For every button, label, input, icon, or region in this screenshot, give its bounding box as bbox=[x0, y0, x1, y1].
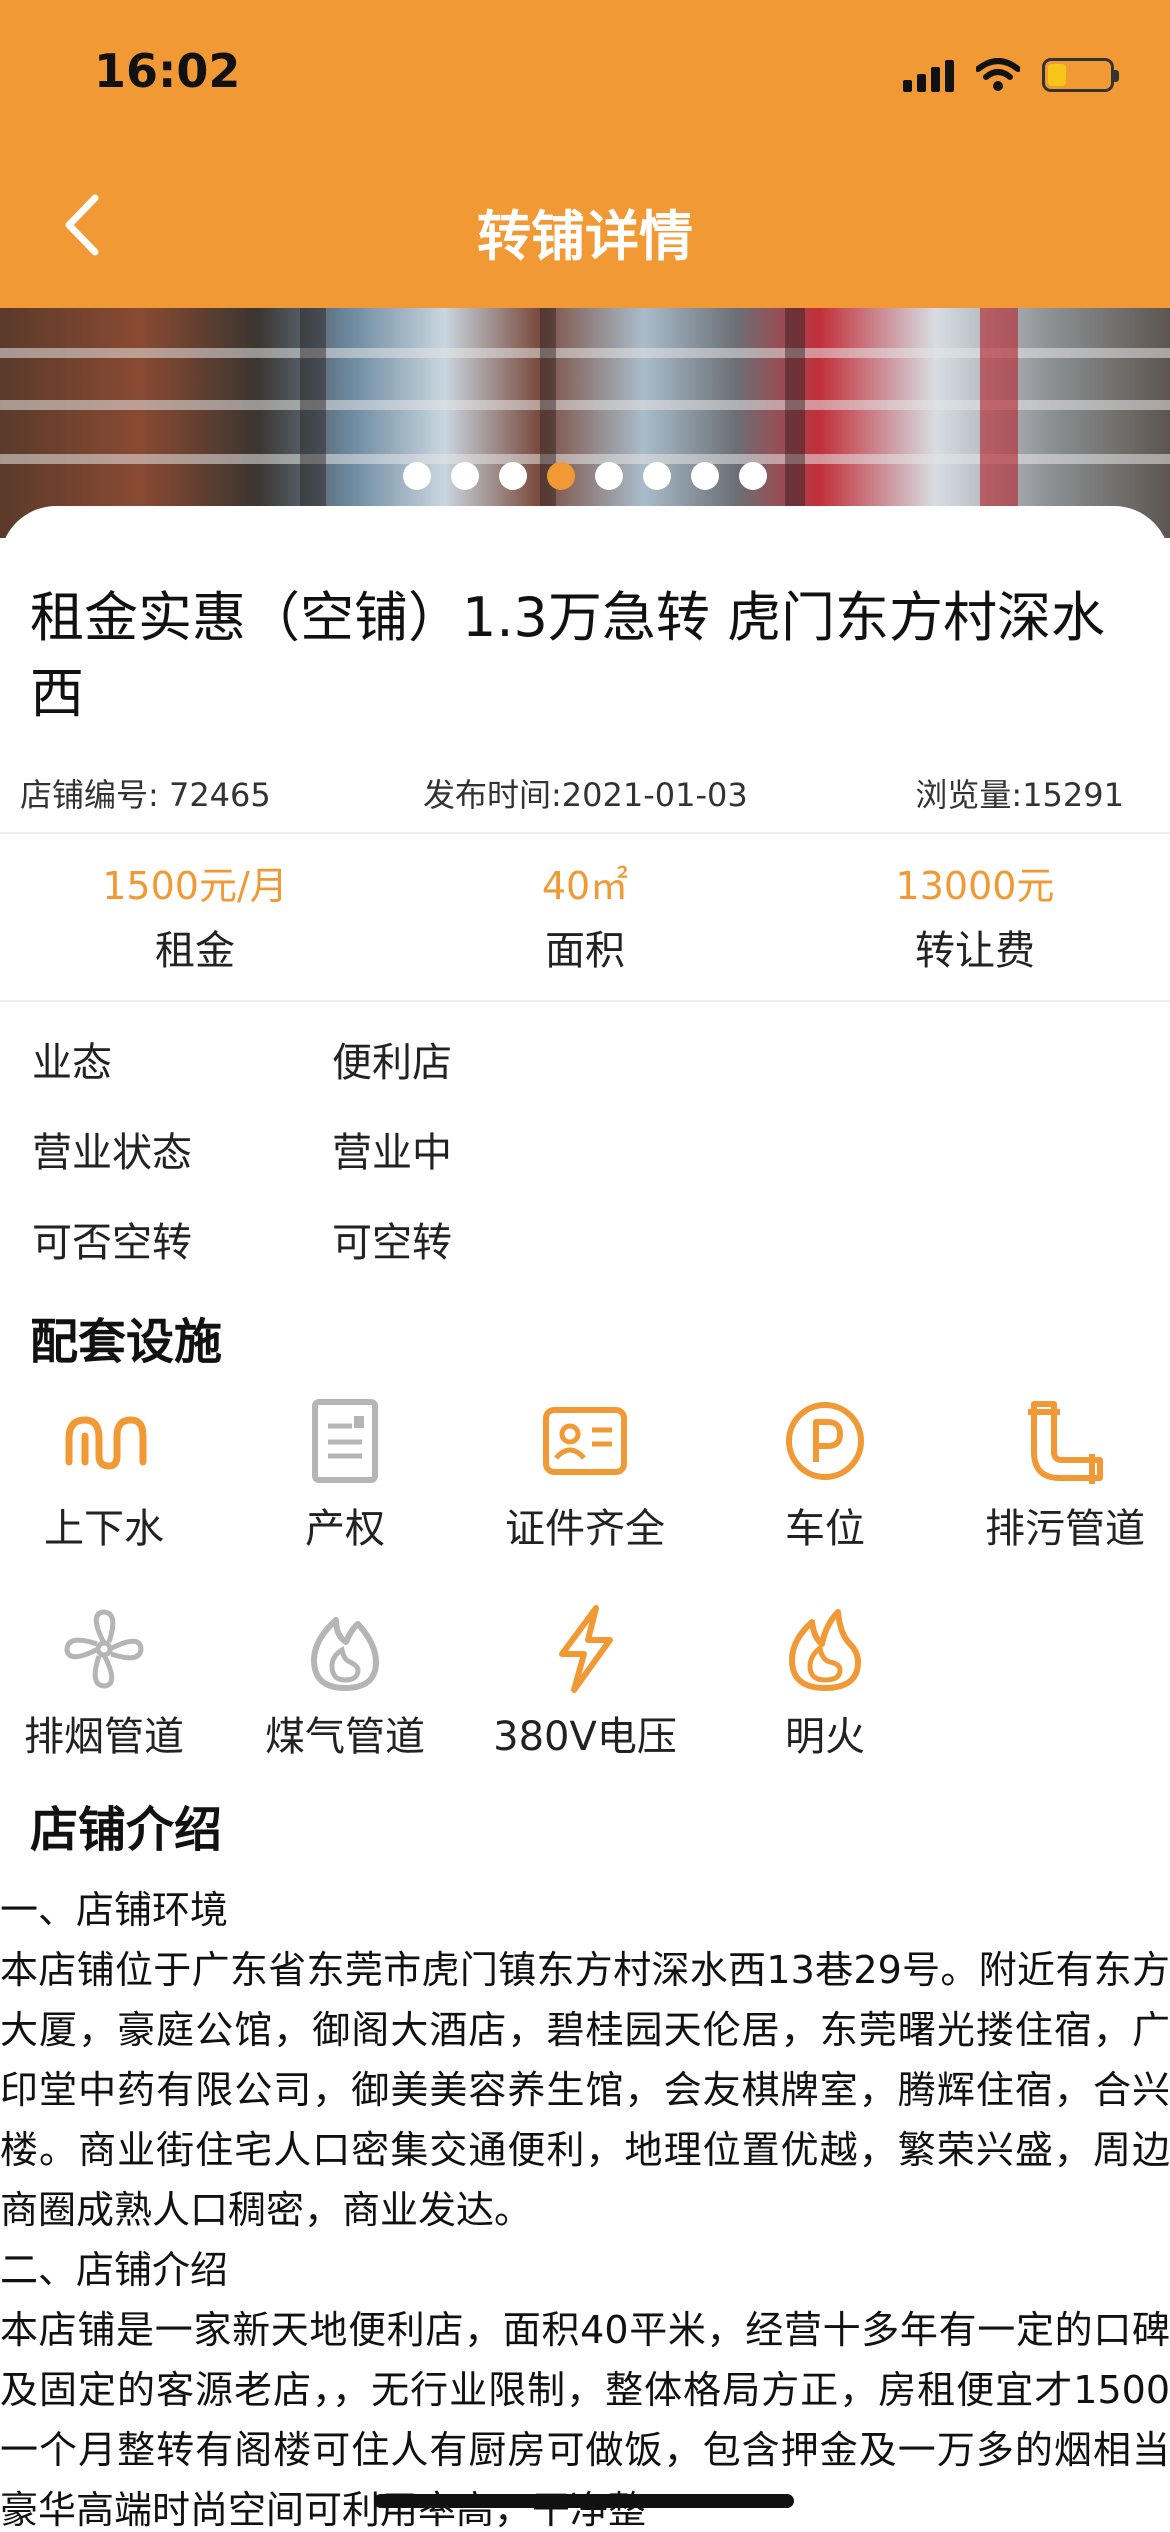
facility-380v: 380V电压 bbox=[465, 1604, 705, 1762]
facility-water: 上下水 bbox=[0, 1396, 224, 1554]
shop-photo-carousel[interactable] bbox=[0, 308, 1170, 538]
parking-icon bbox=[786, 1402, 864, 1480]
intro-heading: 一、店铺环境 bbox=[0, 1888, 229, 1932]
intro-title: 店铺介绍 bbox=[30, 1802, 223, 1858]
facility-label: 排污管道 bbox=[985, 1506, 1145, 1552]
page-title: 转铺详情 bbox=[477, 205, 693, 268]
divider bbox=[0, 1000, 1170, 1002]
nav-bar: 转铺详情 bbox=[0, 140, 1170, 308]
water-pipe-icon bbox=[65, 1416, 147, 1470]
carousel-dot[interactable] bbox=[403, 462, 431, 490]
stat-area: 40㎡ 面积 bbox=[390, 858, 780, 976]
facility-parking: 车位 bbox=[705, 1396, 945, 1554]
attribute-key: 营业状态 bbox=[32, 1130, 192, 1176]
carousel-dot[interactable] bbox=[691, 462, 719, 490]
status-bar: 16:02 bbox=[0, 0, 1170, 140]
carousel-dot[interactable] bbox=[451, 462, 479, 490]
stat-label: 转让费 bbox=[915, 928, 1035, 974]
facility-label: 煤气管道 bbox=[265, 1714, 425, 1760]
shop-id: 店铺编号: 72465 bbox=[20, 776, 271, 814]
stat-value: 1500元/月 bbox=[102, 864, 288, 908]
status-time: 16:02 bbox=[94, 44, 241, 98]
attribute-row: 业态 便利店 bbox=[32, 1030, 1132, 1090]
stat-value: 40㎡ bbox=[541, 864, 629, 908]
key-stats: 1500元/月 租金 40㎡ 面积 13000元 转让费 bbox=[0, 858, 1170, 976]
carousel-dot[interactable] bbox=[547, 462, 575, 490]
facility-label: 明火 bbox=[785, 1714, 865, 1760]
battery-icon bbox=[1042, 58, 1119, 92]
facility-smoke-exhaust: 排烟管道 bbox=[0, 1604, 224, 1762]
lightning-icon bbox=[559, 1605, 613, 1693]
facility-label: 证件齐全 bbox=[505, 1506, 665, 1552]
facility-gas: 煤气管道 bbox=[225, 1604, 465, 1762]
wifi-icon bbox=[976, 58, 1020, 91]
carousel-dot[interactable] bbox=[499, 462, 527, 490]
facility-sewage: 排污管道 bbox=[945, 1396, 1170, 1554]
carousel-dot[interactable] bbox=[739, 462, 767, 490]
carousel-dot[interactable] bbox=[595, 462, 623, 490]
fan-icon bbox=[64, 1609, 144, 1689]
view-count: 浏览量:15291 bbox=[915, 776, 1124, 814]
gas-flame-icon bbox=[311, 1617, 379, 1691]
attribute-row: 营业状态 营业中 bbox=[32, 1120, 1132, 1180]
status-icons bbox=[903, 52, 1119, 98]
home-indicator[interactable] bbox=[374, 2494, 794, 2508]
attribute-row: 可否空转 可空转 bbox=[32, 1210, 1132, 1270]
stat-value: 13000元 bbox=[895, 864, 1055, 908]
attribute-value: 便利店 bbox=[332, 1040, 452, 1086]
stat-rent: 1500元/月 租金 bbox=[0, 858, 390, 976]
facility-label: 上下水 bbox=[44, 1506, 164, 1552]
attribute-value: 营业中 bbox=[332, 1130, 452, 1176]
document-icon bbox=[312, 1399, 378, 1483]
divider bbox=[0, 832, 1170, 834]
stat-transfer-fee: 13000元 转让费 bbox=[780, 858, 1170, 976]
facility-label: 产权 bbox=[305, 1506, 385, 1552]
facilities-title: 配套设施 bbox=[30, 1314, 223, 1370]
listing-title: 租金实惠（空铺）1.3万急转 虎门东方村深水西 bbox=[30, 586, 1106, 725]
facility-label: 车位 bbox=[785, 1506, 865, 1552]
facility-label: 排烟管道 bbox=[24, 1714, 184, 1760]
shop-introduction: 一、店铺环境 本店铺位于广东省东莞市虎门镇东方村深水西13巷29号。附近有东方大… bbox=[0, 1880, 1170, 2532]
publish-time: 发布时间:2021-01-03 bbox=[423, 776, 748, 814]
facility-certificates: 证件齐全 bbox=[465, 1396, 705, 1554]
carousel-indicator bbox=[0, 462, 1170, 490]
attribute-value: 可空转 bbox=[332, 1220, 452, 1266]
listing-meta: 店铺编号: 72465 发布时间:2021-01-03 浏览量:15291 bbox=[0, 764, 1170, 814]
stat-label: 租金 bbox=[155, 928, 235, 974]
facility-open-flame: 明火 bbox=[705, 1604, 945, 1762]
id-card-icon bbox=[543, 1407, 627, 1475]
facility-label: 380V电压 bbox=[493, 1714, 677, 1760]
stat-label: 面积 bbox=[545, 928, 625, 974]
carousel-dot[interactable] bbox=[643, 462, 671, 490]
cellular-signal-icon bbox=[903, 58, 954, 92]
fire-icon bbox=[789, 1609, 861, 1691]
attribute-key: 业态 bbox=[32, 1040, 112, 1086]
drain-pipe-icon bbox=[1028, 1401, 1103, 1484]
facility-property-right: 产权 bbox=[225, 1396, 465, 1554]
intro-heading: 二、店铺介绍 bbox=[0, 2248, 229, 2292]
intro-paragraph: 本店铺位于广东省东莞市虎门镇东方村深水西13巷29号。附近有东方大厦，豪庭公馆，… bbox=[0, 1948, 1170, 2232]
attribute-key: 可否空转 bbox=[32, 1220, 192, 1266]
